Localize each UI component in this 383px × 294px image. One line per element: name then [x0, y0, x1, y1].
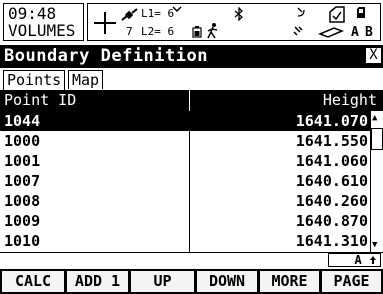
connection-icon — [293, 26, 303, 36]
points-table: 1044 1641.070 1000 1641.550 1001 1641.06… — [0, 111, 383, 253]
up-button[interactable]: UP — [129, 269, 196, 294]
table-row[interactable]: 1044 1641.070 — [0, 111, 370, 131]
point-id-cell: 1044 — [4, 112, 41, 130]
point-id-cell: 1000 — [4, 132, 41, 150]
tab-map[interactable]: Map — [68, 70, 104, 89]
page-title: Boundary Definition — [4, 46, 208, 66]
height-cell: 1640.260 — [295, 192, 368, 210]
vertical-scrollbar[interactable]: ▲ ▼ — [370, 111, 383, 252]
input-mode-char: A — [354, 253, 362, 267]
page-char: B — [365, 25, 373, 40]
column-header-height[interactable]: Height — [323, 90, 377, 111]
height-cell: 1640.610 — [295, 172, 368, 190]
point-id-cell: 1009 — [4, 212, 41, 230]
satellite-icon — [121, 8, 138, 21]
memory-card-icon — [329, 6, 345, 23]
table-row[interactable]: 1009 1640.870 — [0, 211, 370, 231]
table-row[interactable]: 1000 1641.550 — [0, 131, 370, 151]
keyboard-pen-icon — [318, 27, 344, 38]
table-bottom-divider — [0, 252, 383, 253]
status-icons-box: 7 L1= 6 L2= 6 A B — [87, 3, 381, 41]
page-button[interactable]: PAGE — [320, 269, 383, 294]
status-bar: 09:48 VOLUMES 7 L1= 6 L2= 6 A B — [0, 0, 383, 44]
column-header-point-id[interactable]: Point ID — [4, 90, 76, 111]
table-header: Point ID Height — [0, 90, 383, 111]
bluetooth-icon — [234, 7, 243, 21]
column-divider — [189, 131, 190, 253]
function-key-bar: CALC ADD 1 UP DOWN MORE PAGE — [0, 268, 383, 294]
point-id-cell: 1001 — [4, 152, 41, 170]
tab-points[interactable]: Points — [3, 70, 66, 90]
more-button[interactable]: MORE — [258, 269, 321, 294]
table-row[interactable]: 1001 1641.060 — [0, 151, 370, 171]
scrollbar-thumb[interactable] — [371, 128, 383, 150]
scroll-up-arrow-icon[interactable]: ▲ — [372, 114, 377, 123]
scroll-down-arrow-icon[interactable]: ▼ — [372, 241, 377, 250]
point-id-cell: 1007 — [4, 172, 41, 190]
l2-count: L2= 6 — [141, 25, 175, 38]
table-row[interactable]: 1007 1640.610 — [0, 171, 370, 191]
table-row[interactable]: 1010 1641.310 — [0, 231, 370, 251]
radio-link-icon — [297, 7, 305, 17]
input-mode-indicator: A — [328, 253, 381, 267]
height-cell: 1641.310 — [295, 232, 368, 250]
time-mode-box: 09:48 VOLUMES — [3, 3, 84, 41]
quality-char: A — [351, 25, 359, 40]
height-cell: 1641.060 — [295, 152, 368, 170]
height-cell: 1641.070 — [295, 112, 368, 130]
clock-time: 09:48 — [8, 4, 57, 23]
mode-label: VOLUMES — [8, 21, 76, 40]
dialog-title-bar: Boundary Definition X — [0, 45, 383, 68]
antenna-signal-icon — [172, 6, 182, 13]
calc-button[interactable]: CALC — [0, 269, 66, 294]
crosshair-icon — [94, 12, 116, 34]
satellite-count: 7 — [126, 25, 133, 38]
height-cell: 1641.550 — [295, 132, 368, 150]
height-cell: 1640.870 — [295, 212, 368, 230]
down-button[interactable]: DOWN — [195, 269, 259, 294]
table-row[interactable]: 1008 1640.260 — [0, 191, 370, 211]
battery-icon — [192, 26, 202, 38]
add-one-button[interactable]: ADD 1 — [65, 269, 130, 294]
close-button[interactable]: X — [366, 48, 381, 63]
l1-count: L1= 6 — [141, 7, 175, 20]
sd-card-icon — [357, 7, 365, 18]
point-id-cell: 1008 — [4, 192, 41, 210]
header-divider — [189, 90, 190, 111]
point-id-cell: 1010 — [4, 232, 41, 250]
tab-bar: Points Map — [0, 68, 383, 91]
shift-arrow-icon — [370, 256, 376, 264]
person-tracking-icon — [207, 23, 218, 39]
